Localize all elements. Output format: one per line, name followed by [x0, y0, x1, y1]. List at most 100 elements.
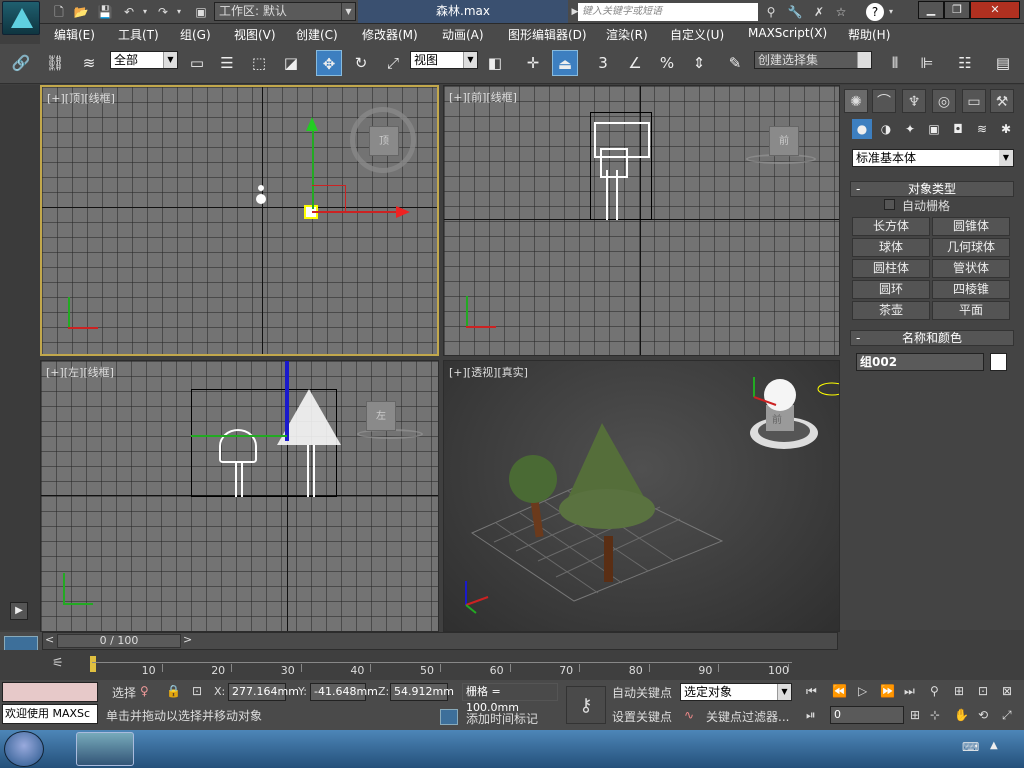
pyramid-button[interactable]: 四棱锥 [932, 280, 1010, 299]
app-logo-icon[interactable] [2, 1, 40, 35]
zoom-all-icon[interactable]: ⊞ [954, 684, 964, 698]
auto-key-button[interactable]: 自动关键点 [612, 684, 672, 701]
set-key-button[interactable]: 设置关键点 [612, 708, 672, 725]
close-button[interactable]: ✕ [970, 1, 1020, 19]
teapot-button[interactable]: 茶壶 [852, 301, 930, 320]
tree-trunk-wireframe[interactable] [307, 445, 315, 497]
zoom-icon[interactable]: ⚲ [930, 684, 939, 698]
lights-icon[interactable]: ✦ [900, 119, 920, 139]
spinner-snap-icon[interactable]: ⇕ [686, 50, 712, 76]
help-icon[interactable]: ? [866, 3, 884, 21]
autogrid-checkbox[interactable] [884, 199, 895, 210]
search-input[interactable]: 键入关键字或短语 [578, 3, 758, 21]
tree-trunk-wireframe[interactable] [606, 170, 618, 220]
named-selection-sets-dropdown[interactable]: 创建选择集 ▼ [754, 51, 872, 69]
goto-end-icon[interactable]: ⏭ [904, 684, 915, 699]
current-frame-marker[interactable] [90, 656, 96, 672]
open-file-icon[interactable]: 📂 [72, 3, 90, 21]
menu-view[interactable]: 视图(V) [234, 26, 276, 43]
track-bar[interactable]: ⚟ 10 20 30 40 50 60 70 80 90 100 [0, 650, 840, 680]
select-rotate-icon[interactable]: ↻ [348, 50, 374, 76]
goto-start-icon[interactable]: ⏮ [806, 684, 817, 699]
time-tag-icon[interactable] [440, 709, 458, 725]
gizmo-y-axis[interactable] [191, 435, 287, 437]
menu-edit[interactable]: 编辑(E) [54, 26, 95, 43]
tree-trunk-wireframe[interactable] [235, 461, 243, 497]
viewport-front[interactable]: [+][前][线框] 前 [443, 85, 840, 356]
lock-icon[interactable]: 🔒 [166, 684, 181, 698]
help-dropdown-icon[interactable]: ▾ [886, 3, 896, 21]
orbit-icon[interactable]: ⟲ [978, 708, 988, 722]
current-frame-field[interactable]: 0 [830, 706, 904, 724]
viewcube[interactable]: 前 [769, 126, 799, 156]
key-filters-button[interactable]: 关键点过滤器... [706, 708, 789, 725]
bind-space-warp-icon[interactable]: ≋ [76, 50, 102, 76]
rect-selection-icon[interactable]: ⬚ [246, 50, 272, 76]
menu-modifiers[interactable]: 修改器(M) [362, 26, 418, 43]
binoculars-icon[interactable]: ⚲ [762, 3, 780, 21]
object-color-swatch[interactable] [990, 353, 1007, 371]
viewport-left[interactable]: [+][左][线框] 左 [40, 360, 439, 632]
geometry-category-dropdown[interactable]: 标准基本体 ▼ [852, 149, 1014, 167]
x-coordinate-field[interactable]: 277.164mm [228, 683, 299, 701]
time-slider-thumb[interactable]: 0 / 100 [57, 634, 181, 648]
viewport-perspective[interactable]: [+][透视][真实] 前 [443, 360, 840, 632]
angle-snap-icon[interactable]: ∠ [622, 50, 648, 76]
maxscript-listener-top[interactable] [2, 682, 98, 702]
select-scale-icon[interactable]: ⤢ [380, 50, 406, 76]
time-slider[interactable]: < 0 / 100 > [42, 632, 838, 650]
mirror-icon[interactable]: ⫴ [882, 50, 908, 76]
menu-customize[interactable]: 自定义(U) [670, 26, 724, 43]
y-coordinate-field[interactable]: -41.648mm [310, 683, 378, 701]
manipulate-icon[interactable]: ✛ [520, 50, 546, 76]
project-folder-icon[interactable]: ▣ [192, 3, 210, 21]
helpers-icon[interactable]: ◘ [948, 119, 968, 139]
menu-create[interactable]: 创建(C) [296, 26, 338, 43]
cylinder-button[interactable]: 圆柱体 [852, 259, 930, 278]
link-icon[interactable]: 🔗 [8, 50, 34, 76]
viewcube[interactable]: 前 [764, 409, 790, 433]
tray-expand-icon[interactable]: ▲ [990, 740, 998, 751]
geosphere-button[interactable]: 几何球体 [932, 238, 1010, 257]
tube-button[interactable]: 管状体 [932, 259, 1010, 278]
start-button[interactable] [4, 731, 44, 767]
unlink-icon[interactable]: ⛓ [42, 50, 68, 76]
shapes-icon[interactable]: ◑ [876, 119, 896, 139]
add-time-tag[interactable]: 添加时间标记 [466, 710, 538, 727]
create-tab-icon[interactable]: ✺ [844, 89, 868, 113]
viewport-label[interactable]: [+][前][线框] [449, 89, 517, 105]
redo-dropdown-icon[interactable]: ▾ [174, 3, 184, 21]
cameras-icon[interactable]: ▣ [924, 119, 944, 139]
menu-graph-editors[interactable]: 图形编辑器(D) [508, 26, 587, 43]
viewport-top[interactable]: [+][顶][线框] 顶 [40, 85, 439, 356]
restore-button[interactable]: ❐ [944, 1, 970, 19]
field-of-view-icon[interactable]: ⊹ [930, 708, 940, 722]
key-target-dropdown[interactable]: 选定对象 ▼ [680, 683, 792, 701]
menu-group[interactable]: 组(G) [180, 26, 211, 43]
box-button[interactable]: 长方体 [852, 217, 930, 236]
name-color-rollout[interactable]: - 名称和颜色 [850, 330, 1014, 346]
space-warps-icon[interactable]: ≋ [972, 119, 992, 139]
time-config-icon[interactable]: ⊞ [910, 708, 920, 722]
align-icon[interactable]: ⊫ [914, 50, 940, 76]
menu-rendering[interactable]: 渲染(R) [606, 26, 648, 43]
display-tab-icon[interactable]: ▭ [962, 89, 986, 113]
maxscript-expand-icon[interactable]: ▶ [10, 602, 28, 620]
object-name-field[interactable]: 组002 [856, 353, 984, 371]
viewcube[interactable]: 顶 [369, 126, 399, 156]
isolate-icon[interactable]: ♀ [140, 684, 149, 698]
viewport-label[interactable]: [+][左][线框] [46, 364, 114, 380]
modify-tab-icon[interactable]: ⌒ [872, 89, 896, 113]
select-object-icon[interactable]: ▭ [184, 50, 210, 76]
plane-button[interactable]: 平面 [932, 301, 1010, 320]
pan-icon[interactable]: ✋ [954, 708, 969, 722]
workspace-dropdown[interactable]: 工作区: 默认 ▼ [214, 2, 356, 21]
tree-object[interactable] [256, 194, 266, 204]
torus-button[interactable]: 圆环 [852, 280, 930, 299]
absolute-mode-icon[interactable]: ⊡ [192, 684, 202, 698]
menu-tools[interactable]: 工具(T) [118, 26, 159, 43]
save-icon[interactable]: 💾 [96, 3, 114, 21]
next-frame-icon[interactable]: ⏩ [880, 684, 895, 698]
hierarchy-tab-icon[interactable]: ♆ [902, 89, 926, 113]
menu-animation[interactable]: 动画(A) [442, 26, 484, 43]
